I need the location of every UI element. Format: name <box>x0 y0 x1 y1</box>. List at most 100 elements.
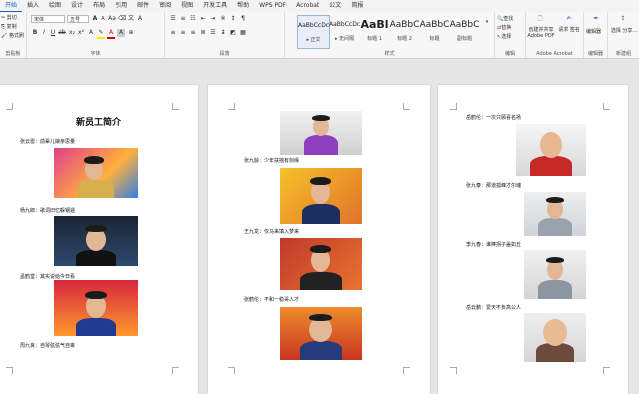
select-share-button[interactable]: 选择 分享... <box>610 28 638 34</box>
style-heading-2[interactable]: AaBbC 标题 2 <box>389 15 420 47</box>
superscript-icon[interactable]: x² <box>77 29 85 37</box>
strikethrough-icon[interactable]: ab <box>58 29 66 37</box>
style-heading-2-name: 标题 2 <box>397 36 412 42</box>
document-workspace[interactable]: 新员工简介 张云雷：前辈儿娘亲思量 杨九郎：歌词旧忆躲钢遁 孟鹤堂：其实说给今日… <box>0 59 639 394</box>
request-sign-icon[interactable]: ✍ <box>564 15 574 25</box>
subscript-icon[interactable]: x₂ <box>68 29 76 37</box>
create-pdf-icon[interactable]: 🗋 <box>535 15 545 25</box>
style-title[interactable]: AaBbC 标题 <box>419 15 450 47</box>
editor-button[interactable]: 编辑器 <box>586 28 601 35</box>
styles-group: AaBbCcDc ▸ 正文 AaBbCcDc ▸ 无间隔 AaBl 标题 1 A… <box>285 12 495 58</box>
font-name-select[interactable]: 宋体 <box>31 15 65 23</box>
tab-acrobat[interactable]: Acrobat <box>291 0 324 12</box>
underline-icon[interactable]: U <box>49 29 57 37</box>
style-no-spacing[interactable]: AaBbCcDc ▸ 无间隔 <box>329 15 360 47</box>
line-spacing-icon[interactable]: ↨ <box>219 29 227 37</box>
page-corner-mark <box>450 103 457 110</box>
enclose-char-icon[interactable]: ⊕ <box>127 29 135 37</box>
justify-icon[interactable]: ≣ <box>199 29 207 37</box>
tab-developer[interactable]: 开发工具 <box>198 0 232 12</box>
borders-icon[interactable]: ▦ <box>239 29 247 37</box>
select-button[interactable]: ↖选择 <box>497 33 511 40</box>
page-corner-mark <box>450 367 457 374</box>
bullets-icon[interactable]: ☰ <box>169 15 177 23</box>
bold-icon[interactable]: B <box>31 29 39 37</box>
photo-zhang-jiutai <box>524 192 586 236</box>
tab-view[interactable]: 视图 <box>176 0 198 12</box>
intro-text: 岳鹤伦：一次只顾喜名扬 <box>466 115 522 121</box>
tab-draw[interactable]: 绘图 <box>44 0 66 12</box>
multilevel-list-icon[interactable]: ☷ <box>189 15 197 23</box>
align-center-icon[interactable]: ≡ <box>179 29 187 37</box>
font-group-label: 字体 <box>90 51 101 57</box>
char-shading-icon[interactable]: A <box>117 29 125 37</box>
cut-label: 剪切 <box>6 15 17 21</box>
show-marks-icon[interactable]: ¶ <box>239 15 247 23</box>
create-share-pdf-button[interactable]: 创建并共享 Adobe PDF <box>527 27 555 39</box>
numbering-icon[interactable]: ≡ <box>179 15 187 23</box>
page-1[interactable]: 新员工简介 张云雷：前辈儿娘亲思量 杨九郎：歌词旧忆躲钢遁 孟鹤堂：其实说给今日… <box>0 85 198 394</box>
style-normal[interactable]: AaBbCcDc ▸ 正文 <box>297 15 330 49</box>
tab-references[interactable]: 引用 <box>110 0 132 12</box>
tab-layout[interactable]: 布局 <box>88 0 110 12</box>
tab-review[interactable]: 审阅 <box>154 0 176 12</box>
page-corner-mark <box>172 103 179 110</box>
page-2[interactable]: 张九龄：少年扶摇有剑缘 王九龙：仅马来填入梦来 张鹤伦：不和一稳哥人才 <box>208 85 430 394</box>
page-corner-mark <box>603 103 610 110</box>
photo-top <box>280 111 362 155</box>
decrease-indent-icon[interactable]: ⇤ <box>199 15 207 23</box>
shrink-font-icon[interactable]: A <box>99 15 107 23</box>
intro-text: 张鹤伦：不和一稳哥人才 <box>244 297 300 303</box>
align-right-icon[interactable]: ≡ <box>189 29 197 37</box>
cut-button[interactable]: ✂ 剪切 <box>1 14 17 21</box>
intro-text: 王九龙：仅马来填入梦来 <box>244 229 300 235</box>
page-corner-mark <box>228 103 235 110</box>
ribbon: ✂ 剪切 ⎘ 复制 🖌 格式刷 剪贴板 宋体 五号 A A Aa ⌫ 文 A B… <box>0 12 639 59</box>
styles-more-icon[interactable]: ▾ <box>483 18 491 26</box>
copy-button[interactable]: ⎘ 复制 <box>1 23 17 30</box>
replace-button[interactable]: ⇄替换 <box>497 24 511 31</box>
increase-indent-icon[interactable]: ⇥ <box>209 15 217 23</box>
editor-icon[interactable]: ✒ <box>591 15 601 25</box>
tab-brief[interactable]: 简报 <box>346 0 368 12</box>
style-subtitle[interactable]: AaBbC 副标题 <box>449 15 480 47</box>
tab-design[interactable]: 设计 <box>66 0 88 12</box>
distribute-icon[interactable]: ☰ <box>209 29 217 37</box>
tab-official-doc[interactable]: 公文 <box>324 0 346 12</box>
phonetic-icon[interactable]: 文 <box>127 15 135 23</box>
style-title-sample: AaBbC <box>419 20 450 30</box>
intro-text: 孟鹤堂：其实说给今日看 <box>20 274 76 280</box>
request-sign-button[interactable]: 请求 签名 <box>558 27 580 33</box>
italic-icon[interactable]: I <box>40 29 48 37</box>
find-button[interactable]: 🔍查找 <box>497 15 513 22</box>
format-painter-button[interactable]: 🖌 格式刷 <box>1 32 24 39</box>
intro-text: 杨九郎：歌词旧忆躲钢遁 <box>20 208 76 214</box>
font-size-select[interactable]: 五号 <box>67 15 89 23</box>
highlight-icon[interactable]: ✎ <box>97 29 105 39</box>
tab-wps-pdf[interactable]: WPS PDF <box>254 0 291 12</box>
page-title: 新员工简介 <box>76 118 122 128</box>
tab-help[interactable]: 帮助 <box>232 0 254 12</box>
change-case-icon[interactable]: Aa <box>108 15 116 23</box>
text-effects-icon[interactable]: A <box>87 29 95 37</box>
font-color-icon[interactable]: A <box>107 29 115 39</box>
copy-label: 复制 <box>6 24 17 30</box>
page-3[interactable]: 岳鹤伦：一次只顾喜名扬 张九泰：那道孤峰才尔魂 李九春：谁捧拐子盖如丘 岳云鹏：… <box>438 85 628 394</box>
align-left-icon[interactable]: ≡ <box>169 29 177 37</box>
photo-yue-yunpeng <box>524 313 586 362</box>
chinese-layout-icon[interactable]: ※ <box>219 15 227 23</box>
tab-insert[interactable]: 插入 <box>22 0 44 12</box>
clear-format-icon[interactable]: ⌫ <box>118 15 126 23</box>
photo-meng-hetang <box>54 280 138 336</box>
sort-icon[interactable]: ↕ <box>229 15 237 23</box>
tab-mailings[interactable]: 邮件 <box>132 0 154 12</box>
intro-text: 周九良：自琴弦弦气自卑 <box>20 343 76 349</box>
shading-icon[interactable]: ◩ <box>229 29 237 37</box>
share-icon[interactable]: ⇪ <box>618 15 628 25</box>
photo-zhang-helun <box>280 307 362 360</box>
tab-home[interactable]: 开始 <box>0 0 23 12</box>
grow-font-icon[interactable]: A <box>91 15 99 23</box>
photo-wang-jiulong <box>280 238 362 290</box>
char-border-icon[interactable]: A <box>136 15 144 23</box>
style-heading-1[interactable]: AaBl 标题 1 <box>359 15 390 47</box>
